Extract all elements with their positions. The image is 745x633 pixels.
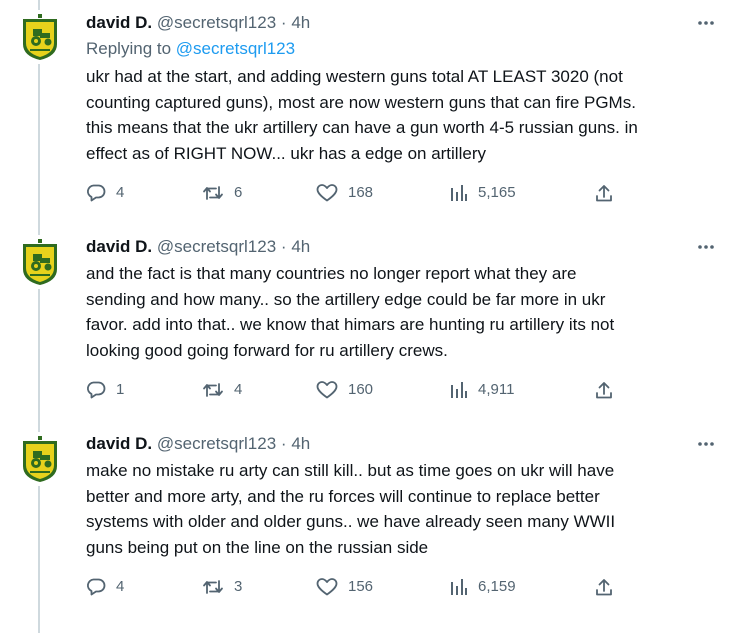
tweet-text-line: ukr had at the start, and adding western… xyxy=(86,67,623,86)
tweet-text-line: sending and how many.. so the artillery … xyxy=(86,289,606,309)
tweet-text-line: make no mistake ru arty can still kill..… xyxy=(86,461,615,480)
more-horizontal-icon[interactable] xyxy=(696,13,716,33)
retweet-count: 4 xyxy=(234,381,243,398)
replying-to: Replying to @secretsqrl123 xyxy=(86,38,295,60)
tweet-header: david D. @secretsqrl123 · 4h xyxy=(86,12,310,34)
views-count: 5,165 xyxy=(478,184,516,201)
like-count: 160 xyxy=(348,381,374,398)
reply-count: 4 xyxy=(116,578,125,595)
tweet-header: david D. @secretsqrl123 · 4h xyxy=(86,433,310,455)
like-button[interactable]: 168 xyxy=(316,181,373,205)
timestamp[interactable]: 4h xyxy=(291,237,310,256)
retweet-icon xyxy=(203,580,223,594)
avatar[interactable] xyxy=(21,436,59,482)
share-upload-icon xyxy=(596,185,612,202)
reply-button[interactable]: 1 xyxy=(86,378,124,402)
user-handle[interactable]: @secretsqrl123 xyxy=(157,434,276,453)
tweet-text-line: counting captured guns), most are now we… xyxy=(86,92,636,112)
display-name[interactable]: david D. xyxy=(86,237,152,256)
timestamp[interactable]: 4h xyxy=(291,434,310,453)
more-horizontal-icon[interactable] xyxy=(696,434,716,454)
timestamp[interactable]: 4h xyxy=(291,13,310,32)
tweet-text-line: looking good going forward for ru artill… xyxy=(86,340,448,360)
tweet-text-line: this means that the ukr artillery can ha… xyxy=(86,118,638,137)
views-count: 6,159 xyxy=(478,578,516,595)
tweet[interactable]: david D. @secretsqrl123 · 4h make no mis… xyxy=(0,422,745,633)
tweet-text: make no mistake ru arty can still kill..… xyxy=(86,458,726,560)
like-button[interactable]: 156 xyxy=(316,575,373,599)
tweet[interactable]: david D. @secretsqrl123 · 4h and the fac… xyxy=(0,225,745,422)
share-button[interactable] xyxy=(594,378,624,402)
thread-line xyxy=(38,64,40,225)
user-handle[interactable]: @secretsqrl123 xyxy=(157,237,276,256)
separator-dot: · xyxy=(280,237,287,256)
tweet-actions: 4 3 156 6,159 xyxy=(86,575,626,599)
retweet-button[interactable]: 4 xyxy=(202,378,242,402)
thread-line xyxy=(38,225,40,235)
thread-line xyxy=(38,289,40,422)
views-bar-chart-icon xyxy=(451,185,467,201)
views-button[interactable]: 5,165 xyxy=(448,181,516,205)
tweet-header: david D. @secretsqrl123 · 4h xyxy=(86,236,310,258)
thread-line xyxy=(38,486,40,633)
like-count: 168 xyxy=(348,184,374,201)
views-count: 4,911 xyxy=(478,381,515,398)
tweet-text-line: favor. add into that.. we know that hima… xyxy=(86,315,615,334)
display-name[interactable]: david D. xyxy=(86,434,152,453)
tweet-actions: 4 6 168 5,165 xyxy=(86,181,626,205)
retweet-button[interactable]: 3 xyxy=(202,575,242,599)
retweet-icon xyxy=(203,383,223,397)
views-bar-chart-icon xyxy=(451,579,467,595)
display-name[interactable]: david D. xyxy=(86,13,152,32)
retweet-count: 3 xyxy=(234,578,243,595)
tweet-text-line: systems with older and older guns.. we h… xyxy=(86,512,616,531)
tractor-logo-icon xyxy=(23,436,57,482)
more-horizontal-icon[interactable] xyxy=(696,237,716,257)
tweet-text: ukr had at the start, and adding western… xyxy=(86,64,726,166)
separator-dot: · xyxy=(280,434,287,453)
tweet[interactable]: david D. @secretsqrl123 · 4h Replying to… xyxy=(0,0,745,225)
thread-line xyxy=(38,422,40,432)
avatar[interactable] xyxy=(21,14,59,60)
reply-bubble-icon xyxy=(87,381,106,399)
retweet-icon xyxy=(203,186,223,200)
tractor-logo-icon xyxy=(23,239,57,285)
share-button[interactable] xyxy=(594,181,624,205)
views-button[interactable]: 6,159 xyxy=(448,575,516,599)
views-button[interactable]: 4,911 xyxy=(448,378,514,402)
tweet-text-line: better and more arty, and the ru forces … xyxy=(86,486,600,506)
separator-dot: · xyxy=(280,13,287,32)
like-button[interactable]: 160 xyxy=(316,378,373,402)
share-button[interactable] xyxy=(594,575,624,599)
reply-bubble-icon xyxy=(87,184,106,202)
tweet-text: and the fact is that many countries no l… xyxy=(86,261,726,363)
heart-icon xyxy=(316,184,338,202)
avatar[interactable] xyxy=(21,239,59,285)
user-handle[interactable]: @secretsqrl123 xyxy=(157,13,276,32)
replying-prefix: Replying to xyxy=(86,39,176,58)
heart-icon xyxy=(316,381,338,399)
tweet-text-line: and the fact is that many countries no l… xyxy=(86,264,577,283)
like-count: 156 xyxy=(348,578,374,595)
replying-handle-link[interactable]: @secretsqrl123 xyxy=(176,39,295,58)
tractor-logo-icon xyxy=(23,14,57,60)
tweet-text-line: effect as of RIGHT NOW... ukr has a edge… xyxy=(86,143,486,163)
tweet-actions: 1 4 160 4,911 xyxy=(86,378,626,402)
thread-feed: david D. @secretsqrl123 · 4h Replying to… xyxy=(0,0,745,633)
reply-bubble-icon xyxy=(87,578,106,596)
reply-count: 4 xyxy=(116,184,125,201)
reply-count: 1 xyxy=(116,381,125,398)
reply-button[interactable]: 4 xyxy=(86,575,124,599)
reply-button[interactable]: 4 xyxy=(86,181,124,205)
share-upload-icon xyxy=(596,579,612,596)
tweet-text-line: guns being put on the line on the russia… xyxy=(86,537,429,557)
retweet-button[interactable]: 6 xyxy=(202,181,242,205)
heart-icon xyxy=(316,578,338,596)
share-upload-icon xyxy=(596,382,612,399)
retweet-count: 6 xyxy=(234,184,243,201)
thread-line xyxy=(38,0,40,10)
views-bar-chart-icon xyxy=(451,382,467,398)
